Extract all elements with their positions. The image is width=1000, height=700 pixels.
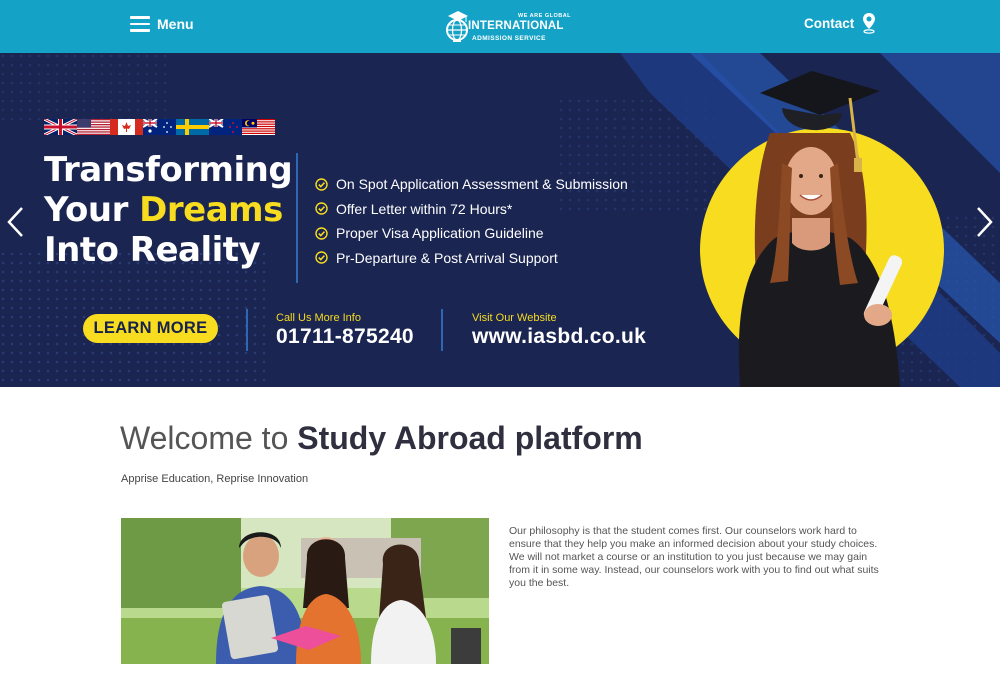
service-item-label: On Spot Application Assessment & Submiss… <box>336 176 628 193</box>
logo-tagline: WE ARE GLOBAL <box>518 13 572 19</box>
check-circle-icon <box>315 227 328 240</box>
menu-label: Menu <box>157 16 194 32</box>
service-item-label: Proper Visa Application Guideline <box>336 225 544 242</box>
headline-highlight: Dreams <box>139 190 283 230</box>
sweden-flag-icon <box>176 119 209 135</box>
service-item: On Spot Application Assessment & Submiss… <box>315 172 628 197</box>
contact-button[interactable]: Contact <box>804 12 876 34</box>
website-link[interactable]: www.iasbd.co.uk <box>472 325 646 349</box>
info-divider <box>441 309 443 351</box>
next-slide-arrow-icon[interactable] <box>972 205 996 239</box>
country-flags <box>44 119 275 135</box>
service-item: Offer Letter within 72 Hours* <box>315 197 628 222</box>
cta-divider <box>246 309 248 351</box>
students-photo <box>121 518 489 664</box>
banner-headline: Transforming Your Dreams Into Reality <box>44 150 293 270</box>
new-zealand-flag-icon <box>209 119 242 135</box>
logo-title: INTERNATIONAL <box>468 20 564 32</box>
usa-flag-icon <box>77 119 110 135</box>
service-item-label: Offer Letter within 72 Hours* <box>336 200 513 217</box>
check-circle-icon <box>315 251 328 264</box>
service-item-label: Pr-Departure & Post Arrival Support <box>336 249 558 266</box>
phone-number[interactable]: 01711-875240 <box>276 325 414 349</box>
australia-flag-icon <box>143 119 176 135</box>
call-label: Call Us More Info <box>276 312 361 324</box>
headline-line-3: Into Reality <box>44 230 261 270</box>
service-item: Proper Visa Application Guideline <box>315 221 628 246</box>
welcome-tagline: Apprise Education, Reprise Innovation <box>121 473 309 485</box>
menu-button[interactable]: Menu <box>130 16 194 32</box>
canada-flag-icon <box>110 119 143 135</box>
welcome-heading: Welcome to Study Abroad platform <box>120 420 643 457</box>
uk-flag-icon <box>44 119 77 135</box>
hamburger-icon <box>130 16 150 32</box>
service-item: Pr-Departure & Post Arrival Support <box>315 246 628 271</box>
prev-slide-arrow-icon[interactable] <box>4 205 28 239</box>
headline-line-2-prefix: Your <box>44 190 140 230</box>
philosophy-text: Our philosophy is that the student comes… <box>509 525 879 589</box>
welcome-heading-bold: Study Abroad platform <box>297 420 643 456</box>
banner-divider <box>296 153 298 283</box>
graduate-student-image <box>738 71 903 387</box>
hero-banner: Transforming Your Dreams Into Reality On… <box>0 53 1000 387</box>
logo-subtitle: ADMISSION SERVICE <box>472 35 546 42</box>
contact-label: Contact <box>804 15 855 31</box>
check-circle-icon <box>315 178 328 191</box>
check-circle-icon <box>315 202 328 215</box>
website-label: Visit Our Website <box>472 312 557 324</box>
learn-more-button[interactable]: LEARN MORE <box>83 314 218 343</box>
welcome-heading-light: Welcome to <box>120 420 298 456</box>
location-pin-icon <box>863 13 876 34</box>
site-logo[interactable]: WE ARE GLOBAL INTERNATIONAL ADMISSION SE… <box>444 7 572 47</box>
headline-line-2: Your Dreams <box>44 190 292 230</box>
malaysia-flag-icon <box>242 119 275 135</box>
top-header: Menu WE ARE GLOBAL INTERNATIONAL ADMISSI… <box>0 0 1000 53</box>
headline-line-1: Transforming <box>44 150 293 190</box>
service-list: On Spot Application Assessment & Submiss… <box>315 172 628 270</box>
